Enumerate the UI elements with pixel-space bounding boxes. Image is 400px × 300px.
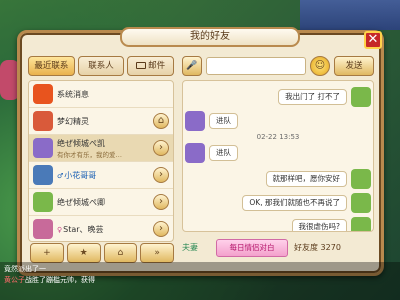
message-right: OK, 那我们就随也不再说了 [183, 193, 373, 213]
microphone-icon[interactable]: 🎤 [182, 56, 202, 76]
world-chat: 竟然派出了一 黄公子战胜了蹦槛元帅，获得 [0, 262, 400, 300]
message-bubble: 进队 [209, 113, 238, 129]
world-chat-line: 竟然派出了一 [4, 264, 46, 274]
window-title: 我的好友 [120, 27, 300, 47]
message-right: 就那样吧，愿你安好 [183, 169, 373, 189]
avatar [33, 192, 53, 212]
avatar [33, 84, 53, 104]
message-bubble: 我出门了 打不了 [278, 89, 347, 105]
contact-name: 系统消息 [57, 89, 89, 99]
contact-row[interactable]: 绝ぜ倾城ぺ卿 › [29, 189, 173, 216]
home-button[interactable]: ⌂ [153, 113, 169, 129]
avatar [351, 87, 371, 107]
emoji-icon[interactable]: ☺ [310, 56, 330, 76]
avatar [33, 111, 53, 131]
message-input[interactable] [206, 57, 306, 75]
male-icon: ♂ [57, 171, 64, 180]
message-left: 进队 [183, 111, 373, 131]
scene-decoration [300, 0, 400, 30]
contact-name: Star、晚芸 [63, 224, 104, 234]
avatar [351, 169, 371, 189]
contact-name: 绝ぜ倾城ぺ凯 [57, 138, 105, 148]
message-right: 我出门了 打不了 [183, 87, 373, 107]
more-button[interactable]: » [140, 243, 174, 263]
world-chat-text: 竟然派出了一 [4, 265, 46, 273]
chat-input-row: 🎤 ☺ 发送 [182, 56, 374, 76]
avatar [351, 193, 371, 213]
avatar [185, 143, 205, 163]
contact-row-selected[interactable]: 绝ぜ倾城ぺ凯 有你才有乐，我的爱… › [29, 135, 173, 162]
contact-actions: + ★ ⌂ » [30, 243, 174, 263]
contact-row[interactable]: 梦幻精灵 ⌂ [29, 108, 173, 135]
daily-dialogue-button[interactable]: 每日情侣对白 [216, 239, 288, 257]
favor-display: 好友度 3270 [294, 242, 341, 253]
contact-list[interactable]: 系统消息 梦幻精灵 ⌂ 绝ぜ倾城ぺ凯 有你才有乐，我的爱… › ♂小花哥哥 › … [28, 80, 174, 242]
contact-row[interactable]: ♂小花哥哥 › [29, 162, 173, 189]
relation-label: 夫妻 [182, 243, 198, 252]
contact-signature: 有你才有乐，我的爱… [57, 150, 122, 159]
tab-mail-label: 邮件 [148, 61, 166, 71]
contact-row[interactable]: ♀Star、晚芸 › [29, 216, 173, 241]
favorite-button[interactable]: ★ [66, 243, 101, 263]
open-chat-button[interactable]: › [153, 167, 169, 183]
add-friend-button[interactable]: + [30, 243, 64, 263]
open-chat-button[interactable]: › [153, 194, 169, 210]
home-button[interactable]: ⌂ [103, 243, 138, 263]
avatar [33, 165, 53, 185]
message-bubble: 就那样吧，愿你安好 [265, 171, 347, 187]
favor-label: 好友度 [294, 243, 318, 252]
tab-mail[interactable]: 邮件 [127, 56, 175, 76]
chat-history[interactable]: 我出门了 打不了 进队 02-22 13:53 进队 就那样吧，愿你安好 OK,… [182, 80, 374, 232]
contact-name: 小花哥哥 [64, 170, 97, 180]
avatar [33, 219, 53, 239]
contact-name: 绝ぜ倾城ぺ卿 [57, 197, 105, 207]
contact-name: 梦幻精灵 [57, 116, 89, 126]
contact-tabs: 最近联系 联系人 邮件 [28, 56, 175, 76]
avatar [33, 138, 53, 158]
close-button[interactable]: ✕ [364, 31, 382, 49]
tab-recent[interactable]: 最近联系 [28, 56, 75, 76]
mail-icon [136, 62, 147, 69]
world-chat-line: 黄公子战胜了蹦槛元帅，获得 [4, 275, 95, 285]
contacts-pane: 最近联系 联系人 邮件 系统消息 梦幻精灵 ⌂ 绝ぜ倾城ぺ凯 有你才有乐，我的爱… [28, 56, 175, 242]
open-chat-button[interactable]: › [153, 221, 169, 237]
favor-value: 3270 [320, 243, 341, 252]
chat-footer: 夫妻 每日情侣对白 好友度 3270 [182, 238, 374, 260]
avatar [185, 111, 205, 131]
send-button[interactable]: 发送 [334, 56, 374, 76]
message-right: 我很虐伤吗? [183, 217, 373, 231]
world-chat-text: 战胜了蹦槛元帅，获得 [25, 276, 95, 284]
message-bubble: OK, 那我们就随也不再说了 [242, 195, 347, 211]
tab-contacts[interactable]: 联系人 [77, 56, 125, 76]
message-timestamp: 02-22 13:53 [256, 133, 300, 141]
avatar [351, 217, 371, 231]
message-left: 进队 [183, 143, 373, 163]
female-icon: ♀ [57, 225, 63, 234]
contact-row-system[interactable]: 系统消息 [29, 81, 173, 108]
message-bubble: 进队 [209, 145, 238, 161]
open-chat-button[interactable]: › [153, 140, 169, 156]
world-chat-sender: 黄公子 [4, 276, 25, 284]
message-bubble: 我很虐伤吗? [291, 219, 347, 231]
